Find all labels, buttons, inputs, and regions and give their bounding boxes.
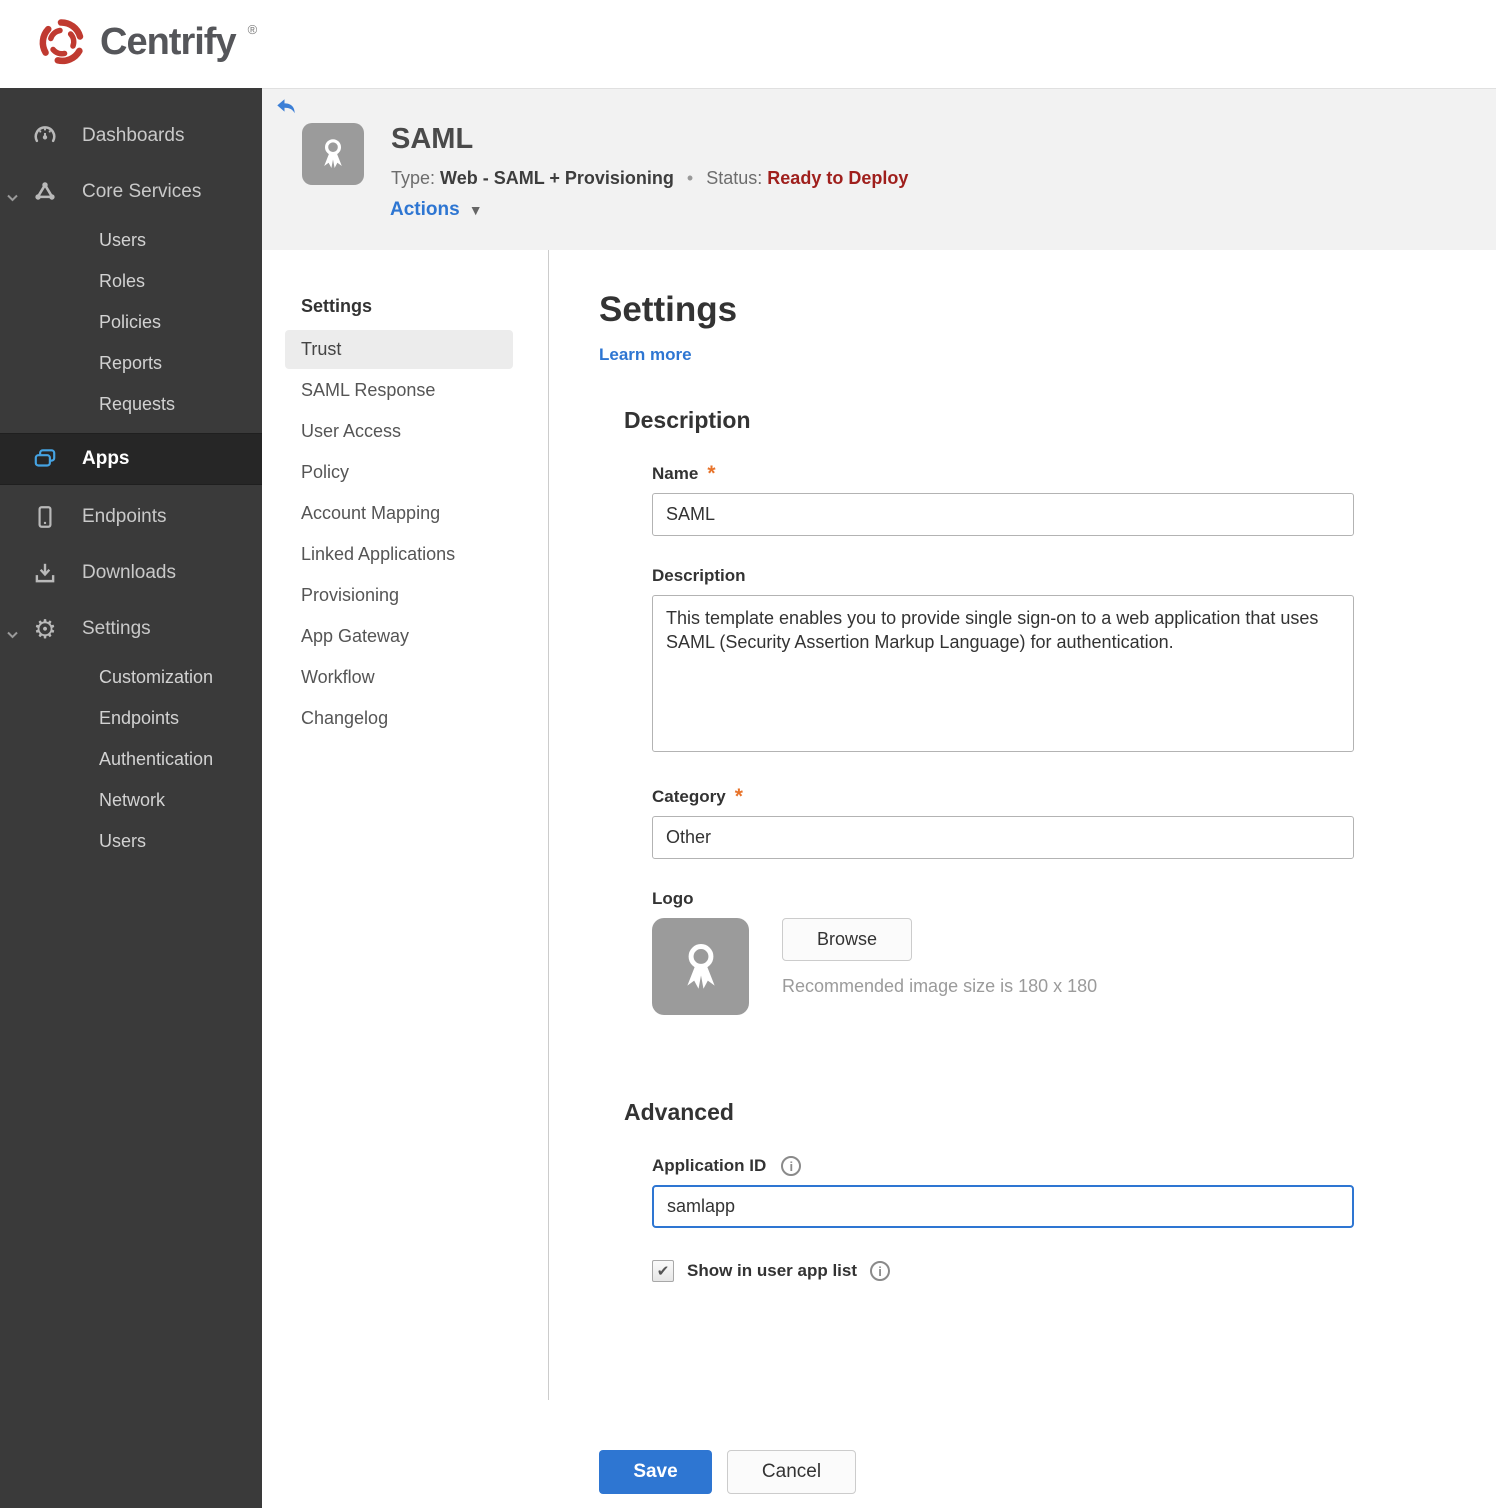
brand-name: Centrify [100, 21, 237, 63]
meta-separator: • [686, 168, 694, 188]
apps-icon [32, 446, 58, 472]
app-meta-line: Type: Web - SAML + Provisioning • Status… [391, 168, 908, 189]
app-logo-preview [652, 918, 749, 1015]
sidebar-item-dashboards[interactable]: Dashboards [0, 108, 262, 164]
download-icon [32, 560, 58, 586]
sidebar-item-label: Endpoints [82, 506, 167, 527]
save-button[interactable]: Save [599, 1450, 712, 1494]
application-id-label: Application ID i [652, 1156, 1354, 1176]
name-field-label: Name * [652, 462, 716, 485]
status-value: Ready to Deploy [767, 168, 909, 188]
logo-field-label: Logo [652, 889, 694, 908]
sidebar-item-settings[interactable]: ⚙ Settings [0, 601, 262, 657]
sidebar-item-apps[interactable]: Apps [0, 433, 262, 485]
settings-panel: Settings Learn more Description Name * D… [549, 250, 1496, 1494]
sidebar-item-endpoints[interactable]: Endpoints [0, 489, 262, 545]
gauge-icon [32, 123, 58, 149]
sidebar-item-authentication[interactable]: Authentication [0, 739, 262, 780]
sidebar-item-customization[interactable]: Customization [0, 657, 262, 698]
content-area: SAML Type: Web - SAML + Provisioning • S… [262, 88, 1496, 1508]
gear-icon: ⚙ [33, 614, 57, 644]
check-icon: ✔ [656, 1263, 670, 1280]
subnav-item-user-access[interactable]: User Access [285, 412, 513, 451]
category-field-label: Category * [652, 785, 743, 808]
subnav-item-app-gateway[interactable]: App Gateway [285, 617, 513, 656]
top-bar: Centrify ® [0, 0, 1496, 88]
subnav-item-saml-response[interactable]: SAML Response [285, 371, 513, 410]
subnav-item-trust[interactable]: Trust [285, 330, 513, 369]
subnav-item-account-mapping[interactable]: Account Mapping [285, 494, 513, 533]
brand-trademark: ® [247, 22, 258, 37]
app-title: SAML [391, 123, 474, 155]
show-in-user-app-list-checkbox[interactable]: ✔ [652, 1260, 674, 1282]
sidebar-item-label: Downloads [82, 562, 176, 583]
sidebar-item-label: Settings [82, 618, 151, 639]
cancel-button[interactable]: Cancel [727, 1450, 856, 1494]
info-icon[interactable]: i [781, 1156, 802, 1176]
chevron-down-icon[interactable] [6, 624, 19, 646]
sidebar-item-reports[interactable]: Reports [0, 343, 262, 384]
actions-dropdown[interactable]: Actions ▼ [390, 199, 483, 221]
subnav-item-changelog[interactable]: Changelog [285, 699, 513, 738]
settings-subnav: Settings Trust SAML Response User Access… [262, 250, 549, 1400]
sidebar-item-settings-endpoints[interactable]: Endpoints [0, 698, 262, 739]
name-input[interactable] [652, 493, 1354, 536]
logo-size-hint: Recommended image size is 180 x 180 [782, 976, 1098, 996]
sidebar-item-core-services[interactable]: Core Services [0, 164, 262, 220]
app-logo-icon [302, 123, 364, 185]
application-id-input[interactable] [652, 1185, 1354, 1228]
type-value: Web - SAML + Provisioning [440, 168, 674, 188]
sidebar-item-label: Core Services [82, 181, 202, 202]
sidebar-item-policies[interactable]: Policies [0, 302, 262, 343]
centrify-logo-icon [36, 16, 88, 73]
subnav-item-workflow[interactable]: Workflow [285, 658, 513, 697]
info-icon[interactable]: i [870, 1261, 891, 1281]
status-label: Status: [706, 168, 763, 188]
sidebar-item-label: Dashboards [82, 125, 185, 146]
page-title: Settings [599, 290, 738, 329]
caret-down-icon: ▼ [468, 202, 483, 218]
category-input[interactable] [652, 816, 1354, 859]
subnav-header: Settings [301, 296, 373, 316]
required-marker: * [707, 462, 716, 485]
show-in-user-app-list-label: Show in user app list [687, 1261, 858, 1280]
required-marker: * [734, 785, 743, 808]
sidebar: Dashboards Core Services Users Roles Pol… [0, 88, 262, 1508]
browse-button[interactable]: Browse [782, 918, 913, 961]
sidebar-item-settings-users[interactable]: Users [0, 821, 262, 862]
type-label: Type: [391, 168, 436, 188]
subnav-item-linked-applications[interactable]: Linked Applications [285, 535, 513, 574]
sidebar-item-downloads[interactable]: Downloads [0, 545, 262, 601]
sidebar-item-label: Apps [82, 448, 130, 469]
actions-label: Actions [390, 199, 460, 220]
body: Settings Trust SAML Response User Access… [262, 250, 1496, 1494]
app-header: SAML Type: Web - SAML + Provisioning • S… [262, 88, 1496, 250]
sidebar-item-users[interactable]: Users [0, 220, 262, 261]
subnav-item-provisioning[interactable]: Provisioning [285, 576, 513, 615]
description-section-heading: Description [624, 407, 751, 433]
sidebar-item-requests[interactable]: Requests [0, 384, 262, 425]
mobile-device-icon [32, 504, 58, 530]
chevron-down-icon[interactable] [6, 187, 19, 209]
back-arrow-icon[interactable] [275, 98, 297, 116]
page: Centrify ® Dashboards Core Services User… [0, 0, 1496, 1508]
sidebar-item-network[interactable]: Network [0, 780, 262, 821]
advanced-section-heading: Advanced [624, 1099, 734, 1125]
brand: Centrify ® [0, 0, 1496, 73]
core-services-icon [32, 179, 58, 205]
learn-more-link[interactable]: Learn more [599, 345, 692, 365]
subnav-item-policy[interactable]: Policy [285, 453, 513, 492]
sidebar-item-roles[interactable]: Roles [0, 261, 262, 302]
description-textarea[interactable]: This template enables you to provide sin… [652, 595, 1354, 752]
description-field-label: Description [652, 566, 746, 585]
